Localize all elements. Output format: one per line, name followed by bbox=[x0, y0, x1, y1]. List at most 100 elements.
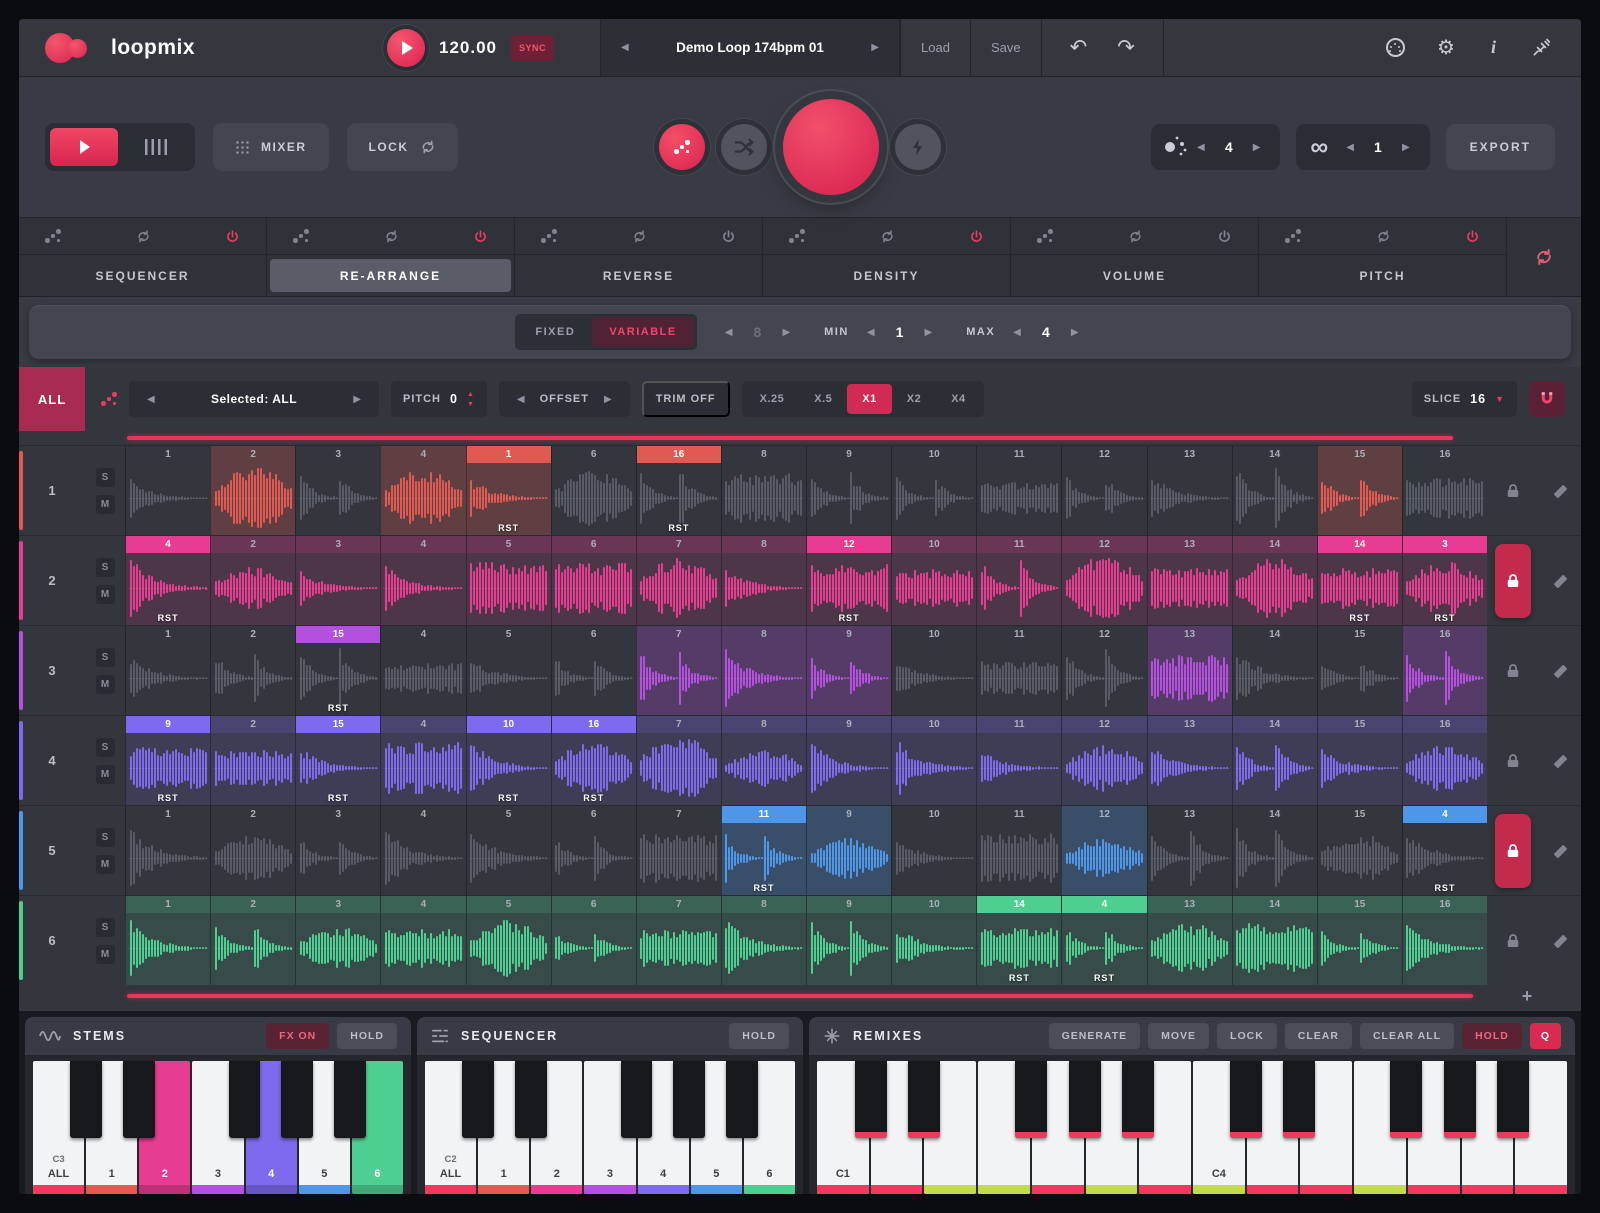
loop-icon[interactable] bbox=[1128, 229, 1143, 244]
redo-button[interactable]: ↷ bbox=[1117, 37, 1135, 58]
slice-cell[interactable]: 10RST bbox=[466, 716, 551, 805]
mute-button[interactable]: M bbox=[96, 585, 115, 604]
track-erase-button[interactable] bbox=[1551, 932, 1569, 950]
piano-key-black[interactable] bbox=[515, 1061, 547, 1138]
slice-cell[interactable]: 10 bbox=[891, 536, 976, 625]
slice-cell[interactable]: 15RST bbox=[295, 716, 380, 805]
slice-cell[interactable]: 15 bbox=[1317, 806, 1402, 895]
piano-key-black[interactable] bbox=[1230, 1061, 1262, 1138]
instant-remix-button[interactable] bbox=[895, 124, 941, 170]
slice-cell[interactable]: 8 bbox=[721, 446, 806, 535]
random-icon[interactable] bbox=[541, 228, 557, 244]
playhead-bar[interactable] bbox=[127, 436, 1453, 440]
slice-cell[interactable]: 1 bbox=[125, 446, 210, 535]
piano-key-black[interactable] bbox=[70, 1061, 102, 1138]
mute-button[interactable]: M bbox=[96, 855, 115, 874]
select-all-button[interactable]: ALL bbox=[19, 367, 85, 431]
export-button[interactable]: EXPORT bbox=[1446, 124, 1555, 170]
slice-cell[interactable]: 11 bbox=[976, 806, 1061, 895]
track-erase-button[interactable] bbox=[1551, 662, 1569, 680]
rate-x4[interactable]: X4 bbox=[936, 384, 980, 414]
slice-cell[interactable]: 4RST bbox=[1402, 806, 1487, 895]
slice-cell[interactable]: 3 bbox=[295, 536, 380, 625]
slice-cell[interactable]: 4 bbox=[380, 626, 465, 715]
mute-button[interactable]: M bbox=[96, 765, 115, 784]
loop-count-prev[interactable]: ◀ bbox=[1340, 138, 1360, 157]
slice-cell[interactable]: 13 bbox=[1147, 896, 1232, 985]
slice-cell[interactable]: 13 bbox=[1147, 806, 1232, 895]
slice-cell[interactable]: 13 bbox=[1147, 446, 1232, 535]
tab-label[interactable]: REVERSE bbox=[518, 259, 759, 292]
power-icon[interactable] bbox=[225, 229, 240, 244]
tab-label[interactable]: SEQUENCER bbox=[22, 259, 263, 292]
slice-cell[interactable]: 1 bbox=[125, 806, 210, 895]
mute-button[interactable]: M bbox=[96, 945, 115, 964]
fixed-value-prev[interactable]: ◀ bbox=[719, 323, 739, 342]
add-button[interactable]: + bbox=[1483, 986, 1571, 1007]
piano-key-black[interactable] bbox=[229, 1061, 261, 1138]
power-icon[interactable] bbox=[721, 229, 736, 244]
piano-key-black[interactable] bbox=[123, 1061, 155, 1138]
tab-volume[interactable]: VOLUME bbox=[1011, 218, 1259, 296]
slice-cell[interactable]: 14 bbox=[1232, 446, 1317, 535]
slice-cell[interactable]: 10 bbox=[891, 446, 976, 535]
slice-cell[interactable]: 6 bbox=[551, 626, 636, 715]
tab-label[interactable]: VOLUME bbox=[1014, 259, 1255, 292]
slice-cell[interactable]: 16 bbox=[1402, 896, 1487, 985]
slice-cell[interactable]: 13 bbox=[1147, 626, 1232, 715]
loop-icon[interactable] bbox=[632, 229, 647, 244]
power-icon[interactable] bbox=[1217, 229, 1232, 244]
loop-icon[interactable] bbox=[880, 229, 895, 244]
slice-cell[interactable]: 13 bbox=[1147, 716, 1232, 805]
track-lock-button[interactable] bbox=[1495, 904, 1531, 978]
slice-cell[interactable]: 14 bbox=[1232, 536, 1317, 625]
pitch-stepper[interactable]: ▲▼ bbox=[467, 391, 475, 408]
piano-key-black[interactable] bbox=[1122, 1061, 1154, 1138]
tab-density[interactable]: DENSITY bbox=[763, 218, 1011, 296]
gear-icon[interactable]: ⚙ bbox=[1437, 38, 1455, 58]
slice-cell[interactable]: 14 bbox=[1232, 896, 1317, 985]
slice-cell[interactable]: 9 bbox=[806, 896, 891, 985]
midi-icon[interactable] bbox=[1386, 38, 1405, 57]
random-icon[interactable] bbox=[1285, 228, 1301, 244]
preset-prev-button[interactable]: ◀ bbox=[615, 38, 635, 57]
track-erase-button[interactable] bbox=[1551, 842, 1569, 860]
slice-cell[interactable]: 4RST bbox=[125, 536, 210, 625]
info-icon[interactable]: i bbox=[1487, 37, 1500, 58]
track-lock-button[interactable] bbox=[1495, 454, 1531, 528]
max-value-next[interactable]: ▶ bbox=[1065, 323, 1085, 342]
slice-cell[interactable]: 10 bbox=[891, 806, 976, 895]
slice-cell[interactable]: 8 bbox=[721, 536, 806, 625]
mute-button[interactable]: M bbox=[96, 495, 115, 514]
power-icon[interactable] bbox=[969, 229, 984, 244]
loop-icon[interactable] bbox=[136, 229, 151, 244]
rate-x2[interactable]: X2 bbox=[892, 384, 936, 414]
slice-cell[interactable]: 11 bbox=[976, 716, 1061, 805]
piano-key-black[interactable] bbox=[1015, 1061, 1047, 1138]
load-button[interactable]: Load bbox=[900, 19, 970, 76]
slice-cell[interactable]: 4 bbox=[380, 806, 465, 895]
randomize-button[interactable] bbox=[659, 124, 705, 170]
slice-cell[interactable]: 4 bbox=[380, 446, 465, 535]
slice-cell[interactable]: 4 bbox=[380, 536, 465, 625]
slice-cell[interactable]: 14RST bbox=[976, 896, 1061, 985]
global-loop-toggle[interactable] bbox=[1507, 218, 1581, 296]
record-button[interactable] bbox=[783, 99, 879, 195]
slice-cell[interactable]: 15 bbox=[1317, 896, 1402, 985]
track-lock-button[interactable] bbox=[1495, 634, 1531, 708]
slice-cell[interactable]: 16 bbox=[1402, 446, 1487, 535]
slice-cell[interactable]: 10 bbox=[891, 626, 976, 715]
min-value-prev[interactable]: ◀ bbox=[861, 323, 881, 342]
quantize-button[interactable]: Q bbox=[1530, 1023, 1561, 1049]
random-icon[interactable] bbox=[789, 228, 805, 244]
power-icon[interactable] bbox=[1465, 229, 1480, 244]
piano-key-black[interactable] bbox=[621, 1061, 653, 1138]
rate-x1[interactable]: X1 bbox=[847, 384, 891, 414]
bpm-display[interactable]: 120.00 bbox=[439, 38, 497, 58]
min-value-next[interactable]: ▶ bbox=[919, 323, 939, 342]
chevron-down-icon[interactable]: ▼ bbox=[1495, 394, 1505, 404]
loop-icon[interactable] bbox=[384, 229, 399, 244]
slice-cell[interactable]: 8 bbox=[721, 716, 806, 805]
slice-cell[interactable]: 2 bbox=[210, 896, 295, 985]
slice-cell[interactable]: 12 bbox=[1061, 806, 1146, 895]
